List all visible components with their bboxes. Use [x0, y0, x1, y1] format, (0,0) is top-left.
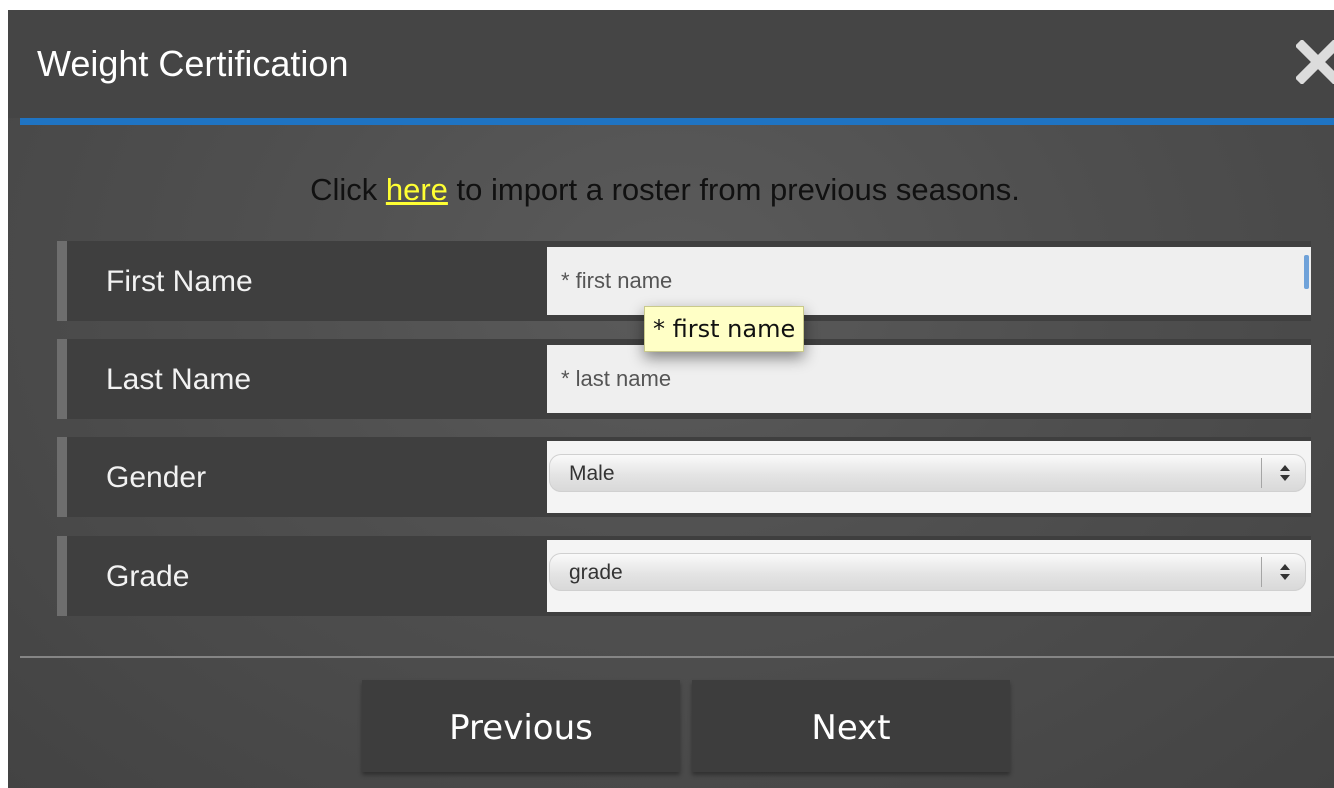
gender-selected-value: Male	[569, 462, 615, 485]
first-name-tooltip: * first name	[644, 306, 805, 352]
gender-label: Gender	[106, 461, 207, 494]
grade-label-cell: Grade	[67, 536, 547, 616]
row-accent	[57, 437, 67, 517]
grade-row: Grade grade	[57, 536, 1311, 616]
gender-select-container: Male	[547, 441, 1311, 513]
grade-field-cell: grade	[547, 536, 1311, 616]
grade-select-container: grade	[547, 540, 1311, 612]
close-icon[interactable]	[1296, 40, 1334, 84]
next-button[interactable]: Next	[692, 680, 1010, 772]
last-name-input[interactable]	[547, 345, 1311, 413]
select-separator	[1261, 557, 1262, 587]
import-suffix-text: to import a roster from previous seasons…	[447, 172, 1020, 207]
gender-row: Gender Male	[57, 437, 1311, 517]
chevron-updown-icon	[1280, 564, 1290, 580]
first-name-label-cell: First Name	[67, 241, 547, 321]
grade-label: Grade	[106, 560, 190, 593]
gender-select[interactable]: Male	[549, 454, 1306, 492]
footer-divider	[20, 656, 1334, 658]
last-name-label: Last Name	[106, 363, 252, 396]
select-separator	[1261, 458, 1262, 488]
dialog-titlebar: Weight Certification	[8, 10, 1334, 118]
input-focus-indicator	[1304, 255, 1309, 289]
last-name-label-cell: Last Name	[67, 339, 547, 419]
import-roster-message: Click here to import a roster from previ…	[8, 172, 1322, 208]
gender-field-cell: Male	[547, 437, 1311, 517]
weight-certification-dialog: Weight Certification Click here to impor…	[8, 10, 1334, 788]
import-prefix-text: Click	[310, 172, 386, 207]
first-name-label: First Name	[106, 265, 253, 298]
title-accent-rule	[20, 118, 1334, 125]
row-accent	[57, 241, 67, 321]
grade-selected-value: grade	[569, 561, 623, 584]
row-accent	[57, 536, 67, 616]
previous-button[interactable]: Previous	[362, 680, 680, 772]
import-roster-link[interactable]: here	[386, 172, 448, 207]
dialog-title: Weight Certification	[37, 43, 349, 84]
chevron-updown-icon	[1280, 465, 1290, 481]
first-name-input[interactable]	[547, 247, 1311, 315]
gender-label-cell: Gender	[67, 437, 547, 517]
row-accent	[57, 339, 67, 419]
grade-select[interactable]: grade	[549, 553, 1306, 591]
